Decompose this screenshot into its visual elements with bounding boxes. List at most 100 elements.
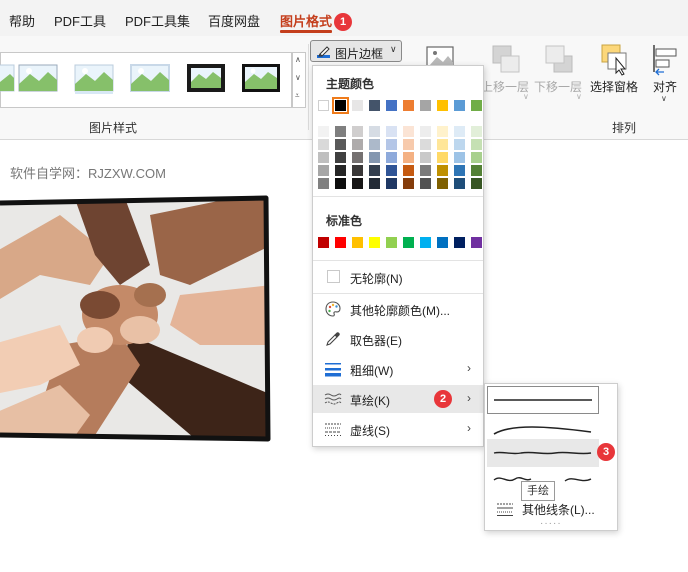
theme-shade-swatch[interactable] <box>454 152 465 163</box>
theme-shade-swatch[interactable] <box>403 152 414 163</box>
theme-shade-swatch[interactable] <box>318 178 329 189</box>
theme-shade-swatch[interactable] <box>437 165 448 176</box>
eyedropper-item[interactable]: 取色器(E) <box>313 325 483 353</box>
theme-shade-swatch[interactable] <box>352 126 363 137</box>
picture-style-thumb-5[interactable] <box>185 60 227 96</box>
tab-pdf-toolset[interactable]: PDF工具集 <box>125 11 190 30</box>
theme-shade-swatch[interactable] <box>471 165 482 176</box>
theme-shade-swatch[interactable] <box>437 152 448 163</box>
theme-shade-swatch[interactable] <box>403 139 414 150</box>
picture-style-thumb-6[interactable] <box>240 60 282 96</box>
tab-baidu-netdisk[interactable]: 百度网盘 <box>208 11 260 30</box>
theme-shade-swatch[interactable] <box>471 178 482 189</box>
more-outline-colors-item[interactable]: 其他轮廓颜色(M)... <box>313 295 483 323</box>
standard-color-swatch[interactable] <box>403 237 414 248</box>
dashes-item[interactable]: 虚线(S) › <box>313 415 483 443</box>
theme-shade-swatch[interactable] <box>352 165 363 176</box>
picture-style-thumb-1[interactable] <box>0 60 16 96</box>
theme-shade-swatch[interactable] <box>369 165 380 176</box>
picture-style-thumb-4[interactable] <box>129 60 171 96</box>
sketched-item[interactable]: 草绘(K) › <box>313 385 483 413</box>
theme-color-swatch[interactable] <box>369 100 380 111</box>
theme-shade-swatch[interactable] <box>420 152 431 163</box>
theme-color-swatch[interactable] <box>332 97 349 114</box>
standard-color-swatch[interactable] <box>471 237 482 248</box>
theme-shade-swatch[interactable] <box>471 152 482 163</box>
theme-shade-swatch[interactable] <box>352 152 363 163</box>
theme-shade-swatch[interactable] <box>318 139 329 150</box>
theme-color-swatch[interactable] <box>437 100 448 111</box>
theme-shade-swatch[interactable] <box>335 152 346 163</box>
gallery-more-icon[interactable]: ⩡ <box>295 91 300 101</box>
standard-color-swatch[interactable] <box>352 237 363 248</box>
theme-color-swatch[interactable] <box>386 100 397 111</box>
theme-shade-swatch[interactable] <box>386 152 397 163</box>
standard-color-swatch[interactable] <box>318 237 329 248</box>
tab-help[interactable]: 帮助 <box>9 11 35 30</box>
theme-shade-swatch[interactable] <box>335 126 346 137</box>
picture-style-thumb-3[interactable] <box>73 60 115 96</box>
theme-shade-swatch[interactable] <box>471 139 482 150</box>
gallery-scrollbar[interactable]: ∧ ∨ ⩡ <box>292 52 306 108</box>
theme-shade-swatch[interactable] <box>335 178 346 189</box>
sketch-style-freehand[interactable] <box>487 439 599 467</box>
theme-shade-swatch[interactable] <box>420 178 431 189</box>
theme-color-swatch[interactable] <box>471 100 482 111</box>
theme-shade-swatch[interactable] <box>403 178 414 189</box>
theme-shade-swatch[interactable] <box>335 165 346 176</box>
theme-shade-swatch[interactable] <box>318 126 329 137</box>
standard-color-swatch[interactable] <box>454 237 465 248</box>
theme-shade-swatch[interactable] <box>352 139 363 150</box>
theme-shade-swatch[interactable] <box>318 165 329 176</box>
standard-color-swatch[interactable] <box>335 237 346 248</box>
theme-color-swatch[interactable] <box>420 100 431 111</box>
theme-shade-swatch[interactable] <box>437 126 448 137</box>
no-outline-item[interactable]: 无轮廓(N) <box>313 263 483 291</box>
theme-shade-swatch[interactable] <box>335 139 346 150</box>
bring-forward-button[interactable]: 上移一层 ∨ <box>481 44 529 106</box>
theme-color-swatch[interactable] <box>454 100 465 111</box>
theme-shade-swatch[interactable] <box>386 178 397 189</box>
theme-color-swatch[interactable] <box>403 100 414 111</box>
picture-style-thumb-2[interactable] <box>17 60 59 96</box>
theme-shade-swatch[interactable] <box>386 139 397 150</box>
theme-shade-swatch[interactable] <box>454 126 465 137</box>
theme-color-swatch[interactable] <box>318 100 329 111</box>
standard-color-swatch[interactable] <box>386 237 397 248</box>
standard-color-swatch[interactable] <box>420 237 431 248</box>
theme-shade-swatch[interactable] <box>386 165 397 176</box>
theme-shade-swatch[interactable] <box>369 126 380 137</box>
theme-shade-swatch[interactable] <box>454 165 465 176</box>
theme-shade-swatch[interactable] <box>403 126 414 137</box>
send-backward-button[interactable]: 下移一层 ∨ <box>534 44 582 106</box>
theme-shade-swatch[interactable] <box>318 152 329 163</box>
resize-grip-icon[interactable]: ····· <box>540 518 562 529</box>
theme-shade-swatch[interactable] <box>471 126 482 137</box>
theme-shade-swatch[interactable] <box>386 126 397 137</box>
selection-pane-button[interactable]: 选择窗格 <box>588 44 640 106</box>
tab-pdf-tools[interactable]: PDF工具 <box>54 11 106 30</box>
theme-shade-swatch[interactable] <box>369 152 380 163</box>
sketch-style-straight[interactable] <box>487 386 599 414</box>
gallery-scroll-up-icon[interactable]: ∧ <box>295 55 301 64</box>
picture-border-button[interactable]: 图片边框 ∨ <box>310 40 402 62</box>
weight-item[interactable]: 粗细(W) › <box>313 355 483 383</box>
gallery-scroll-down-icon[interactable]: ∨ <box>295 73 301 82</box>
theme-shade-swatch[interactable] <box>437 139 448 150</box>
theme-shade-swatch[interactable] <box>454 139 465 150</box>
theme-shade-swatch[interactable] <box>369 139 380 150</box>
standard-color-swatch[interactable] <box>437 237 448 248</box>
tab-picture-format[interactable]: 图片格式 <box>280 11 332 30</box>
theme-shade-swatch[interactable] <box>420 139 431 150</box>
hands-photo[interactable] <box>0 195 272 443</box>
theme-shade-swatch[interactable] <box>403 165 414 176</box>
theme-shade-swatch[interactable] <box>454 178 465 189</box>
align-button[interactable]: 对齐 ∨ <box>645 44 685 106</box>
theme-shade-swatch[interactable] <box>420 126 431 137</box>
theme-shade-swatch[interactable] <box>420 165 431 176</box>
standard-color-swatch[interactable] <box>369 237 380 248</box>
theme-shade-swatch[interactable] <box>369 178 380 189</box>
theme-shade-swatch[interactable] <box>437 178 448 189</box>
theme-color-swatch[interactable] <box>352 100 363 111</box>
theme-shade-swatch[interactable] <box>352 178 363 189</box>
